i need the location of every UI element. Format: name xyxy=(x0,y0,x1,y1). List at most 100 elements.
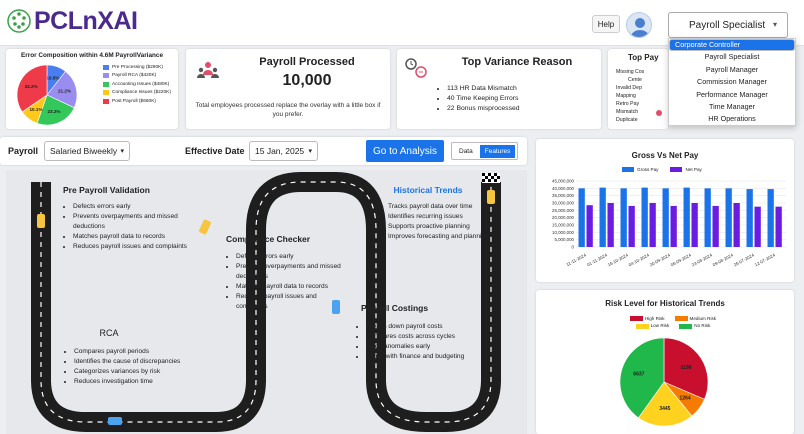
bar-net[interactable] xyxy=(691,203,698,247)
list-item: Prevents overpayments and missed deducti… xyxy=(73,212,198,232)
bar-net[interactable] xyxy=(754,206,761,247)
bar-net[interactable] xyxy=(712,205,719,247)
analysis-icon xyxy=(405,58,427,78)
role-option-performance-manager[interactable]: Performance Manager xyxy=(669,89,795,101)
legend-label: Payroll RCA ($420K) xyxy=(112,73,157,79)
error-composition-label: 34.2% xyxy=(25,84,38,89)
bar-gross[interactable] xyxy=(683,187,690,247)
compliance-block: Compliance Checker Defects errors early … xyxy=(226,234,341,312)
list-item: Identifies the cause of discrepancies xyxy=(74,357,194,367)
error-composition-title: Error Composition within 4.6M PayrollVar… xyxy=(20,52,164,59)
x-tick-label: 20-09-2024 xyxy=(649,252,672,267)
bar-gross[interactable] xyxy=(599,187,606,247)
x-tick-label: 04-10-2024 xyxy=(628,252,651,267)
top-variance-title: Top Variance Reason xyxy=(461,56,573,68)
risk-pie: 5198 1264 3445 6637 xyxy=(619,337,709,427)
gross-net-card: Gross Vs Net Pay Gross Pay Net Pay 0 5,00… xyxy=(536,139,794,282)
bar-gross[interactable] xyxy=(620,188,627,247)
role-select-value: Payroll Specialist xyxy=(689,19,766,31)
legend-label: Post Payroll ($660K) xyxy=(112,98,156,104)
logo[interactable]: PCLnXAI xyxy=(6,6,138,36)
toggle-data[interactable]: Data xyxy=(454,145,478,158)
role-option-payroll-specialist[interactable]: Payroll Specialist xyxy=(669,51,795,63)
costings-title: Payroll Costings xyxy=(361,303,429,313)
alert-dot-icon xyxy=(656,110,662,116)
error-composition-label: 10.5% xyxy=(46,76,59,81)
role-option-time-manager[interactable]: Time Manager xyxy=(669,101,795,113)
payroll-select[interactable]: Salaried Biweekly ▾ xyxy=(44,141,130,161)
list-item: Matches payroll data to records xyxy=(236,282,341,292)
payroll-label: Payroll xyxy=(8,146,39,156)
logo-icon xyxy=(7,9,31,33)
historical-list: Tracks payroll data over time Identifies… xyxy=(378,202,508,242)
toggle-features[interactable]: Features xyxy=(479,144,516,158)
go-to-analysis-button[interactable]: Go to Analysis xyxy=(366,140,444,162)
costings-block: Payroll Costings Breaks down payroll cos… xyxy=(356,303,486,362)
role-option-corporate-controller[interactable]: Corporate Controller xyxy=(669,39,795,52)
view-toggle: Data Features xyxy=(451,142,519,160)
error-composition-label: 21.2% xyxy=(58,88,71,93)
list-item: 40 Time Keeping Errors xyxy=(447,94,520,104)
compliance-title: Compliance Checker xyxy=(226,234,311,244)
x-tick-label: 16-10-2024 xyxy=(607,252,630,267)
legend-item: Accounting Issues ($480K) xyxy=(103,81,171,87)
help-button[interactable]: Help xyxy=(592,15,620,33)
top-pay-list: Missing Cos Cente Invalid Dep Mapping Re… xyxy=(616,68,644,124)
list-item: Aligns with finance and budgeting xyxy=(366,352,486,362)
list-item: Compares payroll periods xyxy=(74,347,194,357)
top-pay-line: Mapping xyxy=(616,93,636,99)
legend-swatch xyxy=(103,81,109,87)
legend-label: Compliance Issues ($220K) xyxy=(112,90,171,96)
x-tick-label: 23-08-2024 xyxy=(691,252,714,267)
bar-net[interactable] xyxy=(649,203,656,247)
legend-item: Post Payroll ($660K) xyxy=(103,98,171,104)
roadmap-panel: Pre Payroll Validation Defects errors ea… xyxy=(6,170,527,434)
role-option-payroll-manager[interactable]: Payroll Manager xyxy=(669,64,795,76)
bar-gross[interactable] xyxy=(641,187,648,247)
list-item: Reduces payroll issues and complaints xyxy=(236,292,341,312)
pre-validation-title: Pre Payroll Validation xyxy=(63,185,150,195)
list-item: Compares costs across cycles xyxy=(366,332,486,342)
list-item: Matches payroll data to records xyxy=(73,232,198,242)
avatar[interactable] xyxy=(626,12,652,38)
bar-gross[interactable] xyxy=(725,188,732,247)
list-item: Defects errors early xyxy=(73,202,198,212)
error-composition-label: 10.1% xyxy=(30,107,43,112)
historical-block: Historical Trends Tracks payroll data ov… xyxy=(378,185,508,242)
risk-pie-label: 1264 xyxy=(680,396,691,402)
bar-gross[interactable] xyxy=(662,188,669,247)
legend-item: Payroll RCA ($420K) xyxy=(103,73,171,79)
top-pay-line: Missing Cos xyxy=(616,69,645,75)
error-composition-card: Error Composition within 4.6M PayrollVar… xyxy=(6,49,178,129)
people-icon xyxy=(197,62,219,78)
rca-title: RCA xyxy=(99,328,119,338)
bar-net[interactable] xyxy=(586,205,593,247)
y-tick-label: 30,000,000 xyxy=(552,201,575,206)
legend-swatch xyxy=(103,90,109,96)
bar-gross[interactable] xyxy=(746,189,753,247)
error-composition-pie: 10.5% 21.2% 23.2% 10.1% 34.2% xyxy=(16,64,78,126)
bar-gross[interactable] xyxy=(578,188,585,247)
finish-flag-icon xyxy=(482,173,500,183)
legend-item: Pre Processing ($290K) xyxy=(103,65,171,70)
historical-title: Historical Trends xyxy=(393,185,463,195)
bar-gross[interactable] xyxy=(767,189,774,247)
filter-bar: Payroll Salaried Biweekly ▾ Effective Da… xyxy=(0,137,527,165)
x-tick-label: 01-11-2024 xyxy=(586,252,608,267)
bar-net[interactable] xyxy=(607,203,614,247)
bar-net[interactable] xyxy=(670,205,677,247)
legend-label: Pre Processing ($290K) xyxy=(112,65,163,70)
role-option-hr-operations[interactable]: HR Operations xyxy=(669,113,795,125)
y-tick-label: 35,000,000 xyxy=(552,193,575,198)
effective-date-select[interactable]: 15 Jan, 2025 ▾ xyxy=(249,141,318,161)
list-item: 22 Bonus misprocessed xyxy=(447,104,520,114)
bar-gross[interactable] xyxy=(704,188,711,247)
list-item: 113 HR Data Mismatch xyxy=(447,84,520,94)
bar-net[interactable] xyxy=(628,205,635,247)
top-pay-line: Retro Pay xyxy=(616,101,640,107)
y-tick-label: 15,000,000 xyxy=(552,223,575,228)
bar-net[interactable] xyxy=(733,203,740,247)
role-option-commission-manager[interactable]: Commission Manager xyxy=(669,76,795,88)
bar-net[interactable] xyxy=(775,206,782,247)
role-select[interactable]: Payroll Specialist ▾ xyxy=(668,12,788,38)
